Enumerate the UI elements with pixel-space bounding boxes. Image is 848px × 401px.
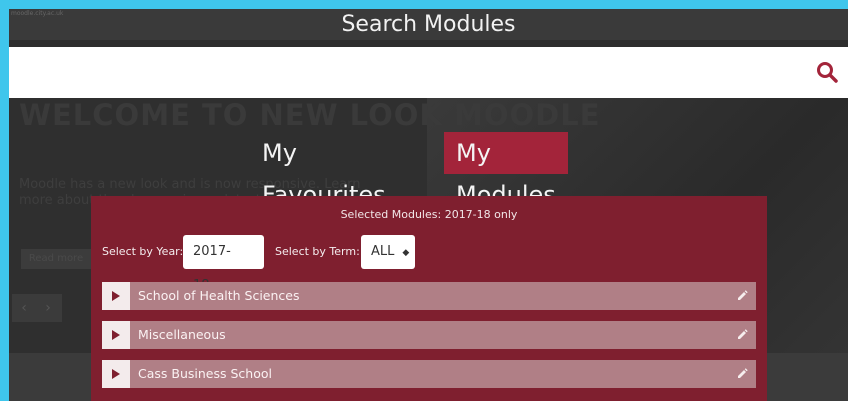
- edit-pencil-icon[interactable]: [736, 290, 748, 302]
- search-input[interactable]: [19, 55, 803, 91]
- expand-toggle[interactable]: [102, 282, 130, 310]
- expand-toggle[interactable]: [102, 360, 130, 388]
- carousel-prev-button[interactable]: ‹: [12, 294, 36, 322]
- edit-pencil-icon[interactable]: [736, 329, 748, 341]
- term-select-value: ALL: [371, 244, 395, 259]
- tab-my-modules[interactable]: My Modules: [444, 132, 568, 209]
- edit-pencil-icon[interactable]: [736, 368, 748, 380]
- term-filter-label: Select by Term:: [275, 245, 360, 258]
- category-name: Cass Business School: [138, 366, 272, 381]
- header-bar: moodle.city.ac.uk Search Modules: [9, 9, 848, 40]
- select-caret-icon: ◆: [402, 248, 410, 258]
- play-arrow-icon: [112, 369, 120, 379]
- year-filter-label: Select by Year:: [102, 245, 184, 258]
- category-name: School of Health Sciences: [138, 288, 300, 303]
- modules-panel: Selected Modules: 2017-18 only Select by…: [91, 196, 767, 401]
- welcome-title: WELCOME TO NEW LOOK MOODLE: [19, 98, 601, 132]
- selected-modules-text: Selected Modules: 2017-18 only: [340, 208, 518, 221]
- search-button[interactable]: [810, 47, 848, 98]
- expand-toggle[interactable]: [102, 321, 130, 349]
- category-row[interactable]: Cass Business School: [102, 360, 756, 388]
- tab-my-favourites[interactable]: My Favourites: [262, 132, 386, 209]
- carousel-controls: ‹ ›: [12, 294, 62, 322]
- category-name: Miscellaneous: [138, 327, 226, 342]
- app-frame: moodle.city.ac.uk Search Modules WELCOME…: [9, 9, 848, 401]
- page-title: Search Modules: [341, 12, 516, 37]
- read-more-button[interactable]: Read more: [21, 249, 91, 269]
- carousel-next-button[interactable]: ›: [36, 294, 60, 322]
- category-row[interactable]: School of Health Sciences: [102, 282, 756, 310]
- term-select[interactable]: ALL ◆: [361, 235, 415, 269]
- search-icon: [817, 62, 838, 83]
- play-arrow-icon: [112, 291, 120, 301]
- search-bar: [9, 47, 848, 98]
- category-row[interactable]: Miscellaneous: [102, 321, 756, 349]
- play-arrow-icon: [112, 330, 120, 340]
- year-select[interactable]: 2017-18◆: [183, 235, 264, 293]
